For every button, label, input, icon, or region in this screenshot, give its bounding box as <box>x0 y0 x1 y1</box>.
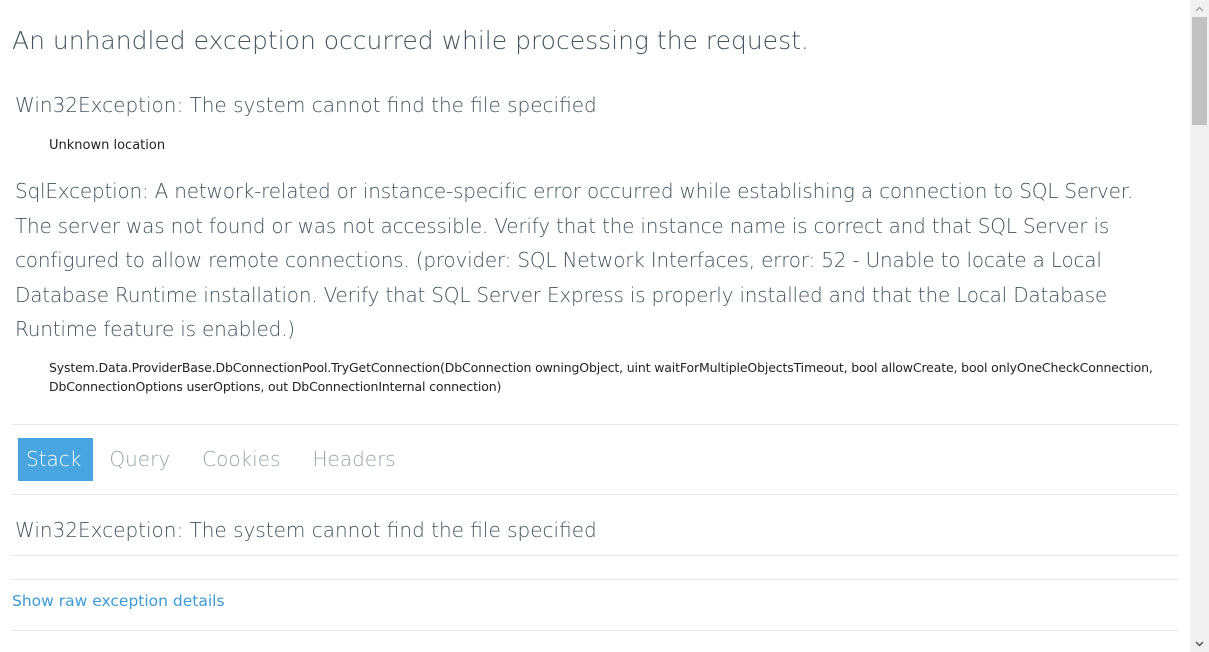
page-title: An unhandled exception occurred while pr… <box>12 26 809 55</box>
divider <box>12 579 1178 580</box>
chevron-up-icon[interactable] <box>1190 0 1209 17</box>
divider <box>12 494 1178 495</box>
divider <box>12 555 1178 556</box>
divider <box>12 424 1178 425</box>
chevron-down-icon[interactable] <box>1190 635 1209 652</box>
detail-tabs: Stack Query Cookies Headers <box>18 438 412 481</box>
exception-location-win32: Unknown location <box>49 138 166 153</box>
error-page: An unhandled exception occurred while pr… <box>0 0 1209 652</box>
stack-exception-title[interactable]: Win32Exception: The system cannot find t… <box>15 518 597 542</box>
show-raw-details-link[interactable]: Show raw exception details <box>12 592 225 610</box>
scrollbar-thumb[interactable] <box>1192 17 1207 125</box>
exception-title-win32: Win32Exception: The system cannot find t… <box>15 93 597 117</box>
tab-stack[interactable]: Stack <box>18 438 94 481</box>
tab-headers[interactable]: Headers <box>296 438 411 481</box>
exception-title-sql: SqlException: A network-related or insta… <box>15 179 1134 341</box>
divider <box>12 630 1178 631</box>
tab-cookies[interactable]: Cookies <box>186 438 296 481</box>
tab-query[interactable]: Query <box>93 438 186 481</box>
exception-location-sql: System.Data.ProviderBase.DbConnectionPoo… <box>49 360 1153 394</box>
vertical-scrollbar[interactable] <box>1190 0 1209 652</box>
